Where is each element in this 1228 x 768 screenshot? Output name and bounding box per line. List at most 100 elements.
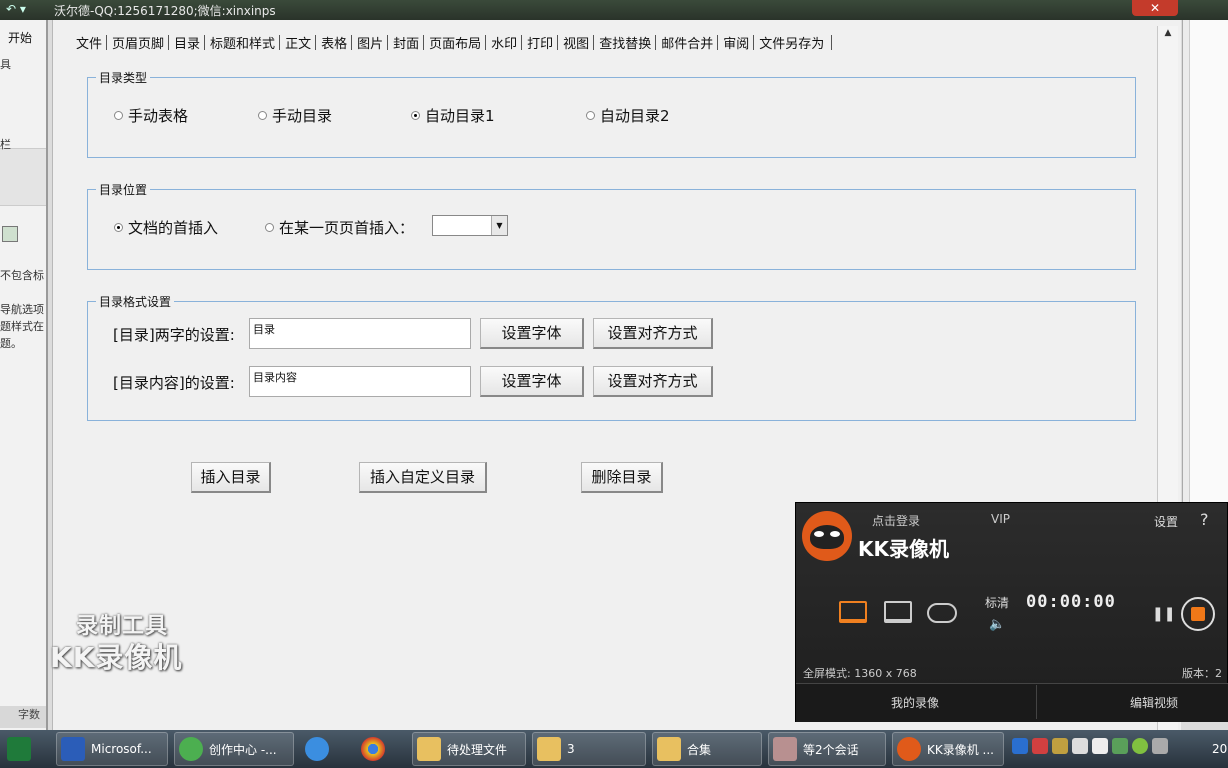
content-text-input[interactable]: 目录内容 <box>249 366 471 397</box>
stop-record-button[interactable] <box>1181 597 1215 631</box>
background-text: 具 <box>0 58 11 71</box>
start-tab[interactable]: 开始 <box>8 29 32 46</box>
insert-toc-button[interactable]: 插入目录 <box>191 462 271 493</box>
radio-dot-selected <box>114 223 123 232</box>
title-bar: ↶ ▾ 沃尔德-QQ:1256171280;微信:xinxinps ✕ <box>0 0 1228 20</box>
background-text: 导航选项 <box>0 303 44 316</box>
kk-brand-title: KK录像机 <box>858 537 949 561</box>
tray-icon[interactable] <box>1132 738 1148 754</box>
background-window-controls <box>1188 0 1228 20</box>
tray-icon[interactable] <box>1012 738 1028 754</box>
menu-page-layout[interactable]: 页面布局 <box>423 33 486 52</box>
background-window-right <box>1182 20 1228 502</box>
menu-cover[interactable]: 封面 <box>387 33 424 52</box>
close-button[interactable]: ✕ <box>1132 0 1178 16</box>
taskbar-chrome[interactable] <box>356 732 402 766</box>
menu-view[interactable]: 视图 <box>557 33 594 52</box>
menu-bar: 文件 页眉页脚 目录 标题和样式 正文 表格 图片 封面 页面布局 水印 打印 … <box>71 32 833 52</box>
menu-header-footer[interactable]: 页眉页脚 <box>106 33 169 52</box>
tray-icon[interactable] <box>1032 738 1048 754</box>
radio-manual-table[interactable]: 手动表格 <box>114 105 188 126</box>
title-set-align-button[interactable]: 设置对齐方式 <box>593 318 713 349</box>
version-label: 版本：2 <box>1182 667 1222 680</box>
menu-print[interactable]: 打印 <box>521 33 558 52</box>
menu-find-replace[interactable]: 查找替换 <box>593 33 656 52</box>
kk-icon <box>897 737 921 761</box>
title-setting-label: [目录]两字的设置: <box>113 326 235 344</box>
vip-link[interactable]: VIP <box>991 512 1010 526</box>
content-setting-label: [目录内容]的设置: <box>113 374 235 392</box>
page-select[interactable]: ▼ <box>432 215 508 236</box>
menu-toc[interactable]: 目录 <box>168 33 205 52</box>
word-icon <box>61 737 85 761</box>
radio-auto-toc-2[interactable]: 自动目录2 <box>586 105 670 126</box>
avatar <box>773 737 797 761</box>
excel-icon <box>7 737 31 761</box>
folder-icon <box>537 737 561 761</box>
taskbar-folder-collection[interactable]: 合集 <box>652 732 762 766</box>
pause-icon[interactable]: ❚❚ <box>1152 606 1175 622</box>
volume-icon[interactable]: 🔈 <box>989 617 1005 632</box>
menu-file[interactable]: 文件 <box>71 33 107 52</box>
fullscreen-mode-info: 全屏模式: 1360 x 768 <box>803 667 917 680</box>
cloud-icon <box>305 737 329 761</box>
region-mode-icon[interactable] <box>884 601 912 623</box>
settings-button[interactable]: 设置 <box>1154 513 1178 530</box>
content-set-align-button[interactable]: 设置对齐方式 <box>593 366 713 397</box>
menu-review[interactable]: 审阅 <box>717 33 754 52</box>
taskbar-word[interactable]: Microsof... <box>56 732 168 766</box>
volume-mute-icon[interactable] <box>1072 738 1088 754</box>
help-icon[interactable]: ? <box>1200 510 1209 529</box>
kk-logo-icon <box>802 511 852 561</box>
radio-doc-start[interactable]: 文档的首插入 <box>114 217 218 238</box>
radio-page-start[interactable]: 在某一页页首插入： <box>265 217 414 238</box>
taskbar-excel[interactable] <box>2 732 42 766</box>
menu-table[interactable]: 表格 <box>315 33 352 52</box>
delete-toc-button[interactable]: 删除目录 <box>581 462 663 493</box>
menu-mail-merge[interactable]: 邮件合并 <box>655 33 718 52</box>
background-panel <box>0 148 46 206</box>
radio-dot <box>586 111 595 120</box>
tray-icon[interactable] <box>1092 738 1108 754</box>
toc-position-group: 目录位置 文档的首插入 在某一页页首插入： ▼ <box>87 181 1136 270</box>
title-set-font-button[interactable]: 设置字体 <box>480 318 584 349</box>
menu-body[interactable]: 正文 <box>279 33 316 52</box>
network-icon[interactable] <box>1152 738 1168 754</box>
clock: 20 <box>1212 742 1228 756</box>
background-text: 栏 <box>0 138 11 151</box>
taskbar-chat[interactable]: 等2个会话 <box>768 732 886 766</box>
menu-picture[interactable]: 图片 <box>351 33 388 52</box>
toc-type-legend: 目录类型 <box>96 69 151 86</box>
my-recordings-button[interactable]: 我的录像 <box>891 694 939 711</box>
kk-recorder-window: 点击登录 VIP 设置 ? KK录像机 标清 🔈 00:00:00 ❚❚ 全屏模… <box>795 502 1228 722</box>
radio-auto-toc-1[interactable]: 自动目录1 <box>411 105 495 126</box>
edit-video-button[interactable]: 编辑视频 <box>1130 694 1178 711</box>
chrome-icon <box>361 737 385 761</box>
toc-format-legend: 目录格式设置 <box>96 293 175 310</box>
tray-icon[interactable] <box>1052 738 1068 754</box>
stop-icon <box>1191 607 1205 621</box>
undo-icon[interactable]: ↶ ▾ <box>6 2 26 16</box>
taskbar-kk-recorder[interactable]: KK录像机 ... <box>892 732 1004 766</box>
window-title: 沃尔德-QQ:1256171280;微信:xinxinps <box>54 4 276 18</box>
recording-timer: 00:00:00 <box>1026 592 1116 612</box>
menu-headings-styles[interactable]: 标题和样式 <box>204 33 280 52</box>
taskbar-folder-pending[interactable]: 待处理文件 <box>412 732 526 766</box>
title-text-input[interactable]: 目录 <box>249 318 471 349</box>
radio-dot <box>114 111 123 120</box>
menu-save-as[interactable]: 文件另存为 <box>753 33 829 52</box>
taskbar-folder-3[interactable]: 3 <box>532 732 646 766</box>
fullscreen-mode-icon[interactable] <box>839 601 867 623</box>
menu-watermark[interactable]: 水印 <box>485 33 522 52</box>
quality-selector[interactable]: 标清 <box>985 594 1009 611</box>
taskbar-cloud[interactable] <box>300 732 346 766</box>
game-mode-icon[interactable] <box>927 603 957 623</box>
scroll-up-icon[interactable]: ▲ <box>1161 28 1175 42</box>
chevron-down-icon[interactable]: ▼ <box>491 216 507 235</box>
taskbar-browser-creator[interactable]: 创作中心 -... <box>174 732 294 766</box>
content-set-font-button[interactable]: 设置字体 <box>480 366 584 397</box>
shield-icon[interactable] <box>1112 738 1128 754</box>
login-link[interactable]: 点击登录 <box>872 512 920 529</box>
radio-manual-toc[interactable]: 手动目录 <box>258 105 332 126</box>
insert-custom-toc-button[interactable]: 插入自定义目录 <box>359 462 487 493</box>
